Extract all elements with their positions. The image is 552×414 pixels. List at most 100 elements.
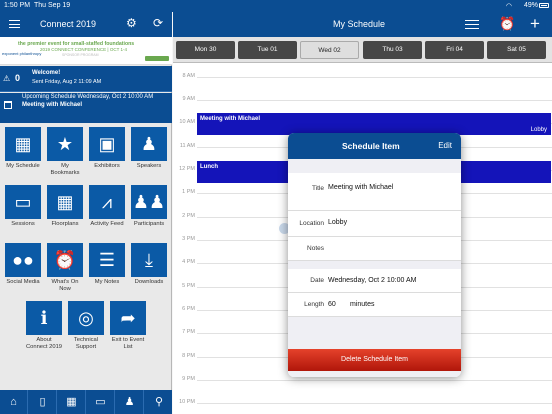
presentation-icon[interactable]: ▭ <box>87 390 115 414</box>
menu-icon[interactable] <box>9 20 20 28</box>
location-field[interactable]: Location Lobby <box>288 211 461 237</box>
hour-label: 3 PM <box>182 236 195 242</box>
search-icon[interactable]: ⚲ <box>145 390 173 414</box>
hour-label: 6 PM <box>182 306 195 312</box>
event-title: Lunch <box>200 164 218 170</box>
floorplan-icon: ▦ <box>47 185 83 219</box>
status-time: 1:50 PM <box>4 2 31 9</box>
menu-grid: ▦ My Schedule ★ My Bookmarks ▣ Exhibitor… <box>0 127 172 367</box>
tile-label: Participants <box>133 221 165 227</box>
grid-icon[interactable]: ▦ <box>58 390 86 414</box>
date-field[interactable]: Date Wednesday, Oct 2 10:00 AM <box>288 269 461 293</box>
tile-floorplans[interactable]: ▦ Floorplans <box>46 185 84 228</box>
tile-speakers[interactable]: ♟ Speakers <box>130 127 168 170</box>
tile-label: My Schedule <box>6 163 40 169</box>
day-tab[interactable]: Fri 04 <box>425 41 484 59</box>
tile-technical-support[interactable]: ◎ Technical Support <box>67 301 105 351</box>
tile-exhibitors[interactable]: ▣ Exhibitors <box>88 127 126 170</box>
tile-label: Exit to Event List <box>111 337 145 350</box>
field-label: Date <box>310 277 324 284</box>
event-meeting-with-michael[interactable]: Meeting with Michael Lobby <box>197 113 551 135</box>
tile-social-media[interactable]: ●● Social Media <box>4 243 42 286</box>
tile-my-notes[interactable]: ☰ My Notes <box>88 243 126 286</box>
event-location: Lobby <box>530 127 547 133</box>
tile-label: Sessions <box>11 221 35 227</box>
day-tab[interactable]: Tue 01 <box>238 41 297 59</box>
schedule-header: My Schedule ⏰ + <box>173 12 552 37</box>
field-label: Notes <box>307 245 324 252</box>
tile-participants[interactable]: ♟♟ Participants <box>130 185 168 228</box>
banner-program: SPONSOR PROGRAM <box>62 53 99 57</box>
title-field[interactable]: Title Meeting with Michael <box>288 173 461 211</box>
tile-label: Technical Support <box>73 337 99 350</box>
status-date: Thu Sep 19 <box>34 2 71 9</box>
tile-label: Social Media <box>6 279 40 285</box>
chat-icon: ●● <box>5 243 41 277</box>
left-header: Connect 2019 ⚙ ⟳ <box>0 12 172 37</box>
tile-my-bookmarks[interactable]: ★ My Bookmarks <box>46 127 84 177</box>
banner-subline: 2019 CONNECT CONFERENCE | OCT 1-4 <box>40 47 128 52</box>
tile-label: My Notes <box>94 279 120 285</box>
upcoming-schedule[interactable]: Upcoming Schedule Wednesday, Oct 2 10:00… <box>0 93 172 123</box>
exit-arrow-icon: ➦ <box>110 301 146 335</box>
field-value: Lobby <box>328 219 348 226</box>
upcoming-when: Upcoming Schedule Wednesday, Oct 2 10:00… <box>22 94 154 100</box>
exhibitor-icon: ▣ <box>89 127 125 161</box>
tile-label: Downloads <box>134 279 164 285</box>
upcoming-title: Meeting with Michael <box>22 102 83 108</box>
field-value: Wednesday, Oct 2 10:00 AM <box>328 277 417 284</box>
day-tab[interactable]: Mon 30 <box>176 41 235 59</box>
hour-row: 9 AM <box>173 96 552 102</box>
lifebuoy-icon: ◎ <box>68 301 104 335</box>
add-icon[interactable]: + <box>530 14 540 34</box>
popover-body: Title Meeting with Michael Location Lobb… <box>288 159 461 377</box>
event-title: Meeting with Michael <box>200 116 261 122</box>
person-icon[interactable]: ♟ <box>116 390 144 414</box>
welcome-title: Welcome! <box>32 70 61 76</box>
tile-downloads[interactable]: ⤓ Downloads <box>130 243 168 286</box>
notes-field[interactable]: Notes <box>288 237 461 261</box>
length-value: 60 <box>328 301 336 308</box>
field-label: Length <box>304 301 324 308</box>
tile-sessions[interactable]: ▭ Sessions <box>4 185 42 228</box>
hour-label: 9 AM <box>182 96 195 102</box>
tile-label: Floorplans <box>51 221 79 227</box>
hour-label: 10 PM <box>179 399 195 405</box>
hour-label: 11 AM <box>179 143 195 149</box>
hour-row: 10 PM <box>173 399 552 405</box>
refresh-icon[interactable]: ⟳ <box>153 16 163 30</box>
phone-icon[interactable]: ▯ <box>29 390 57 414</box>
welcome-notification[interactable]: ⚠ 0 Welcome! Sent Friday, Aug 2 11:09 AM <box>0 66 172 92</box>
tile-label: Speakers <box>136 163 162 169</box>
length-field[interactable]: Length 60 minutes <box>288 293 461 317</box>
delete-schedule-item-button[interactable]: Delete Schedule Item <box>288 349 461 371</box>
tile-activity-feed[interactable]: ⩘ Activity Feed <box>88 185 126 228</box>
banner-cta[interactable] <box>145 56 169 61</box>
hour-label: 8 PM <box>182 353 195 359</box>
tile-my-schedule[interactable]: ▦ My Schedule <box>4 127 42 170</box>
list-icon[interactable] <box>465 20 479 29</box>
field-value: Meeting with Michael <box>328 184 394 191</box>
schedule-item-popover: Schedule Item Edit Title Meeting with Mi… <box>288 133 461 377</box>
hour-row: 8 AM <box>173 73 552 79</box>
day-tab[interactable]: Thu 03 <box>363 41 422 59</box>
edit-button[interactable]: Edit <box>438 141 452 150</box>
tile-label: Activity Feed <box>90 221 124 227</box>
tile-exit[interactable]: ➦ Exit to Event List <box>109 301 147 351</box>
popover-title: Schedule Item <box>342 141 400 151</box>
tile-about[interactable]: ℹ About Connect 2019 <box>25 301 63 351</box>
page-title: My Schedule <box>333 19 386 29</box>
alarm-clock-icon[interactable]: ⏰ <box>499 16 515 32</box>
gear-icon[interactable]: ⚙ <box>126 16 137 30</box>
download-icon: ⤓ <box>131 243 167 277</box>
tile-whats-on-now[interactable]: ⏰ What's On Now <box>46 243 84 293</box>
day-tab[interactable]: Sat 05 <box>487 41 546 59</box>
day-tab-selected[interactable]: Wed 02 <box>300 41 359 59</box>
hour-label: 7 PM <box>182 329 195 335</box>
home-icon[interactable]: ⌂ <box>0 390 28 414</box>
banner-logo: exponent philanthropy <box>2 51 42 56</box>
sponsor-banner[interactable]: the premier event for small-staffed foun… <box>0 37 172 65</box>
status-bar: 1:50 PM Thu Sep 19 ◠ 49% <box>0 0 552 12</box>
hour-label: 8 AM <box>182 73 195 79</box>
notes-icon: ☰ <box>89 243 125 277</box>
